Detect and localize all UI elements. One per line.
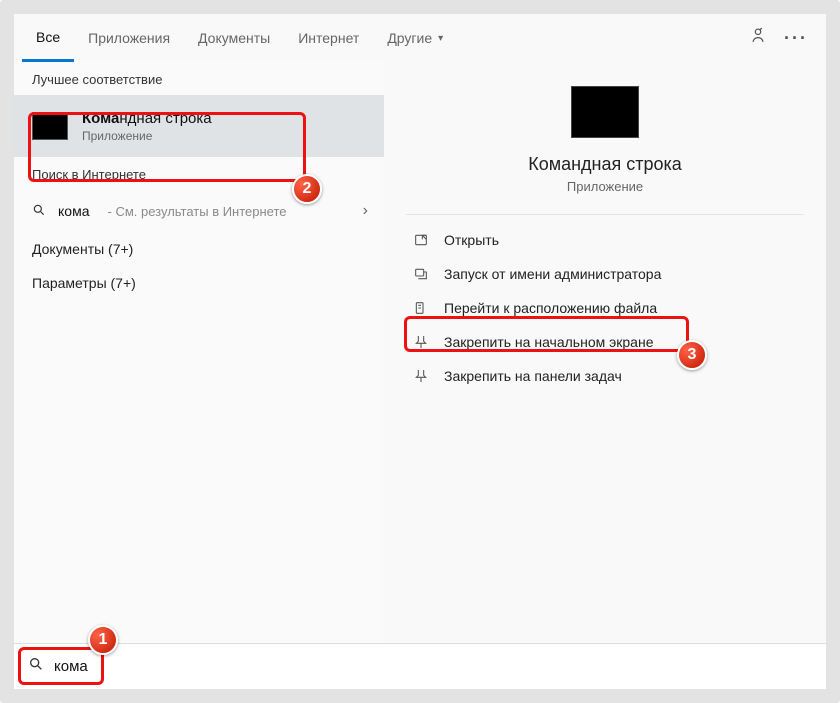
category-label: Параметры (7+) bbox=[32, 275, 136, 291]
tabs-row: Все Приложения Документы Интернет Другие… bbox=[14, 14, 826, 62]
action-open-location[interactable]: Перейти к расположению файла bbox=[406, 291, 804, 325]
search-icon bbox=[32, 203, 46, 220]
web-result-query: кома bbox=[58, 203, 89, 219]
annotation-badge-2: 2 bbox=[292, 174, 322, 204]
category-label: Документы (7+) bbox=[32, 241, 133, 257]
pin-taskbar-icon bbox=[412, 368, 430, 384]
tab-more[interactable]: Другие ▾ bbox=[373, 14, 457, 62]
right-column: Командная строка Приложение Открыть Запу… bbox=[384, 62, 826, 643]
tab-apps[interactable]: Приложения bbox=[74, 14, 184, 62]
action-label: Открыть bbox=[444, 232, 499, 248]
tab-label: Все bbox=[36, 29, 60, 45]
action-pin-start[interactable]: Закрепить на начальном экране bbox=[406, 325, 804, 359]
web-result-row[interactable]: кома - См. результаты в Интернете › bbox=[14, 190, 384, 232]
preview-subtitle: Приложение bbox=[567, 179, 643, 194]
best-match-text: Командная строка Приложение bbox=[82, 110, 212, 143]
action-label: Перейти к расположению файла bbox=[444, 300, 657, 316]
window-frame: Все Приложения Документы Интернет Другие… bbox=[0, 0, 840, 703]
action-run-admin[interactable]: Запуск от имени администратора bbox=[406, 257, 804, 291]
preview-title: Командная строка bbox=[528, 154, 682, 175]
documents-category[interactable]: Документы (7+) bbox=[14, 232, 384, 266]
cmd-large-icon bbox=[571, 86, 639, 138]
action-pin-taskbar[interactable]: Закрепить на панели задач bbox=[406, 359, 804, 393]
web-result-hint: - См. результаты в Интернете bbox=[107, 204, 286, 219]
pin-start-icon bbox=[412, 334, 430, 350]
chevron-right-icon: › bbox=[363, 202, 368, 220]
search-input[interactable] bbox=[54, 653, 314, 681]
search-icon bbox=[28, 656, 44, 677]
search-bar bbox=[14, 643, 826, 689]
annotation-badge-1: 1 bbox=[88, 625, 118, 655]
more-icon[interactable]: ··· bbox=[784, 28, 808, 49]
best-match-subtitle: Приложение bbox=[82, 129, 212, 143]
annotation-badge-3: 3 bbox=[677, 340, 707, 370]
tabs-right: ··· bbox=[748, 26, 818, 51]
open-icon bbox=[412, 232, 430, 248]
tab-label: Приложения bbox=[88, 30, 170, 46]
chevron-down-icon: ▾ bbox=[438, 33, 443, 44]
folder-icon bbox=[412, 300, 430, 316]
cmd-thumbnail-icon bbox=[32, 112, 68, 140]
tab-docs[interactable]: Документы bbox=[184, 14, 284, 62]
action-label: Закрепить на панели задач bbox=[444, 368, 622, 384]
tab-web[interactable]: Интернет bbox=[284, 14, 373, 62]
action-label: Запуск от имени администратора bbox=[444, 266, 661, 282]
best-match-label: Лучшее соответствие bbox=[14, 62, 384, 95]
shield-icon bbox=[412, 266, 430, 282]
best-match-row[interactable]: Командная строка Приложение bbox=[14, 95, 384, 157]
settings-category[interactable]: Параметры (7+) bbox=[14, 266, 384, 300]
tab-label: Интернет bbox=[298, 30, 359, 46]
best-match-title: Командная строка bbox=[82, 110, 212, 127]
tab-label: Документы bbox=[198, 30, 270, 46]
tab-all[interactable]: Все bbox=[22, 14, 74, 62]
left-column: Лучшее соответствие Командная строка При… bbox=[14, 62, 384, 643]
feedback-icon[interactable] bbox=[748, 26, 768, 51]
action-label: Закрепить на начальном экране bbox=[444, 334, 654, 350]
preview-card: Командная строка Приложение bbox=[406, 80, 804, 194]
web-search-label: Поиск в Интернете bbox=[14, 157, 384, 190]
action-open[interactable]: Открыть bbox=[406, 223, 804, 257]
separator bbox=[406, 214, 804, 215]
search-panel: Все Приложения Документы Интернет Другие… bbox=[14, 14, 826, 689]
tab-label: Другие bbox=[387, 30, 432, 46]
